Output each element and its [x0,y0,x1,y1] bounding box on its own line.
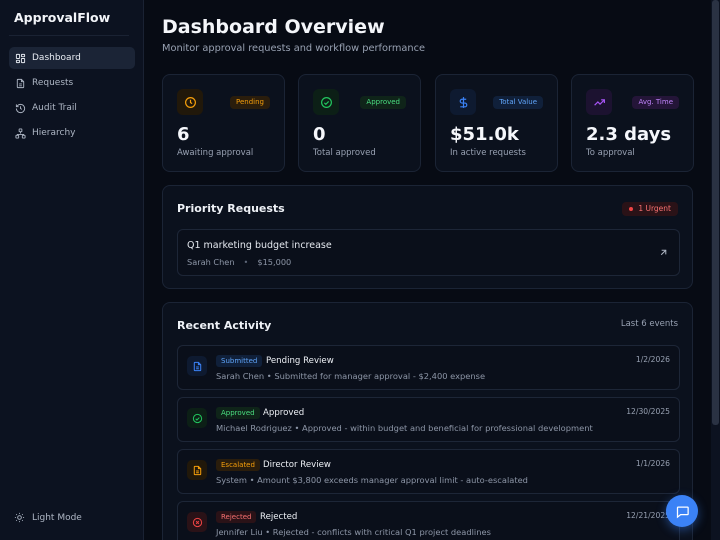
stat-label: In active requests [450,148,526,158]
request-amount: $15,000 [257,257,292,267]
stat-icon-box [586,89,612,115]
stat-icon-box [313,89,339,115]
activity-icon-box [187,356,207,376]
activity-icon-box [187,460,207,480]
activity-description: Michael Rodriguez • Approved - within bu… [216,423,593,433]
file-text-icon [193,361,201,371]
activity-title: Rejected [260,512,298,522]
stat-card-pending: Pending 6 Awaiting approval [162,74,285,172]
activity-icon-box [187,512,207,532]
activity-date: 1/2/2026 [635,355,670,364]
check-circle-icon [320,96,332,108]
stat-label: Awaiting approval [177,148,254,158]
priority-requests-panel: Priority Requests 1 Urgent Q1 marketing … [162,185,693,289]
sidebar-item-dashboard[interactable]: Dashboard [9,47,135,69]
stat-icon-box [450,89,476,115]
activity-description: System • Amount $3,800 exceeds manager a… [216,475,528,485]
request-title: Q1 marketing budget increase [187,240,332,251]
x-circle-icon [192,517,202,527]
stat-icon-box [177,89,203,115]
status-badge: Pending [230,96,270,109]
recent-activity-panel: Recent Activity Last 6 events Submitted … [162,302,693,540]
clock-icon [184,96,196,108]
request-requester: Sarah Chen [187,257,235,267]
history-icon [15,103,26,113]
activity-description: Jennifer Liu • Rejected - conflicts with… [216,527,491,537]
activity-list: Submitted Pending Review Sarah Chen • Su… [177,345,680,540]
main-content: Dashboard Overview Monitor approval requ… [145,0,711,540]
sidebar-item-requests[interactable]: Requests [9,72,135,94]
status-badge: Rejected [216,511,257,523]
request-meta: Sarah Chen • $15,000 [187,257,291,267]
activity-title: Director Review [263,460,331,470]
arrow-up-right-icon[interactable] [658,247,669,258]
stat-card-avg-time: Avg. Time 2.3 days To approval [571,74,694,172]
sidebar-item-label: Audit Trail [32,103,77,113]
activity-item[interactable]: Approved Approved Michael Rodriguez • Ap… [177,397,680,442]
stat-value: 6 [177,124,190,145]
stat-value: $51.0k [450,124,519,145]
urgent-badge: 1 Urgent [622,202,678,216]
check-circle-icon [192,413,202,423]
sidebar: ApprovalFlow Dashboard Requests Audit Tr… [0,0,144,540]
sidebar-item-label: Hierarchy [32,128,76,138]
page-title: Dashboard Overview [162,16,385,38]
status-badge: Escalated [216,459,260,471]
activity-item[interactable]: Submitted Pending Review Sarah Chen • Su… [177,345,680,390]
sidebar-divider [9,35,129,36]
sun-icon [14,512,25,523]
activity-title: Approved [263,408,305,418]
page-subtitle: Monitor approval requests and workflow p… [162,43,425,54]
sidebar-item-label: Dashboard [32,53,81,63]
file-text-icon [16,78,25,88]
file-text-icon [193,465,201,475]
activity-item[interactable]: Rejected Rejected Jennifer Liu • Rejecte… [177,501,680,540]
urgent-dot [629,207,634,211]
activity-count: Last 6 events [620,319,678,329]
activity-title: Pending Review [266,356,334,366]
meta-separator: • [243,257,249,267]
scrollbar-thumb[interactable] [712,0,719,425]
sidebar-nav: Dashboard Requests Audit Trail Hierarchy [9,47,135,147]
panel-title: Recent Activity [177,319,272,332]
hierarchy-icon [15,127,26,139]
chat-icon [676,506,689,518]
activity-date: 12/30/2025 [626,407,670,416]
dollar-icon [459,96,467,108]
stat-label: Total approved [313,148,376,158]
urgent-badge-label: 1 Urgent [638,204,671,213]
activity-icon-box [187,408,207,428]
sidebar-item-audit-trail[interactable]: Audit Trail [9,97,135,119]
priority-request-item[interactable]: Q1 marketing budget increase Sarah Chen … [177,229,680,276]
dashboard-icon [15,53,26,63]
stat-value: 2.3 days [586,124,672,145]
status-badge: Avg. Time [632,96,679,109]
status-badge: Approved [216,407,260,419]
trending-up-icon [593,98,605,106]
stat-card-approved: Approved 0 Total approved [298,74,421,172]
activity-item[interactable]: Escalated Director Review System • Amoun… [177,449,680,494]
sidebar-item-label: Requests [32,78,74,88]
panel-title: Priority Requests [177,202,285,215]
chat-button[interactable] [666,495,698,527]
stat-value: 0 [313,124,326,145]
brand-logo[interactable]: ApprovalFlow [14,10,110,25]
stat-card-total-value: Total Value $51.0k In active requests [435,74,558,172]
activity-description: Sarah Chen • Submitted for manager appro… [216,371,486,381]
activity-date: 1/1/2026 [635,459,670,468]
theme-toggle[interactable]: Light Mode [14,512,82,523]
theme-toggle-label: Light Mode [32,512,82,523]
status-badge: Approved [360,96,406,109]
stat-label: To approval [586,148,635,158]
activity-date: 12/21/2025 [626,511,670,520]
status-badge: Submitted [216,355,263,367]
status-badge: Total Value [493,96,543,109]
sidebar-item-hierarchy[interactable]: Hierarchy [9,122,135,144]
